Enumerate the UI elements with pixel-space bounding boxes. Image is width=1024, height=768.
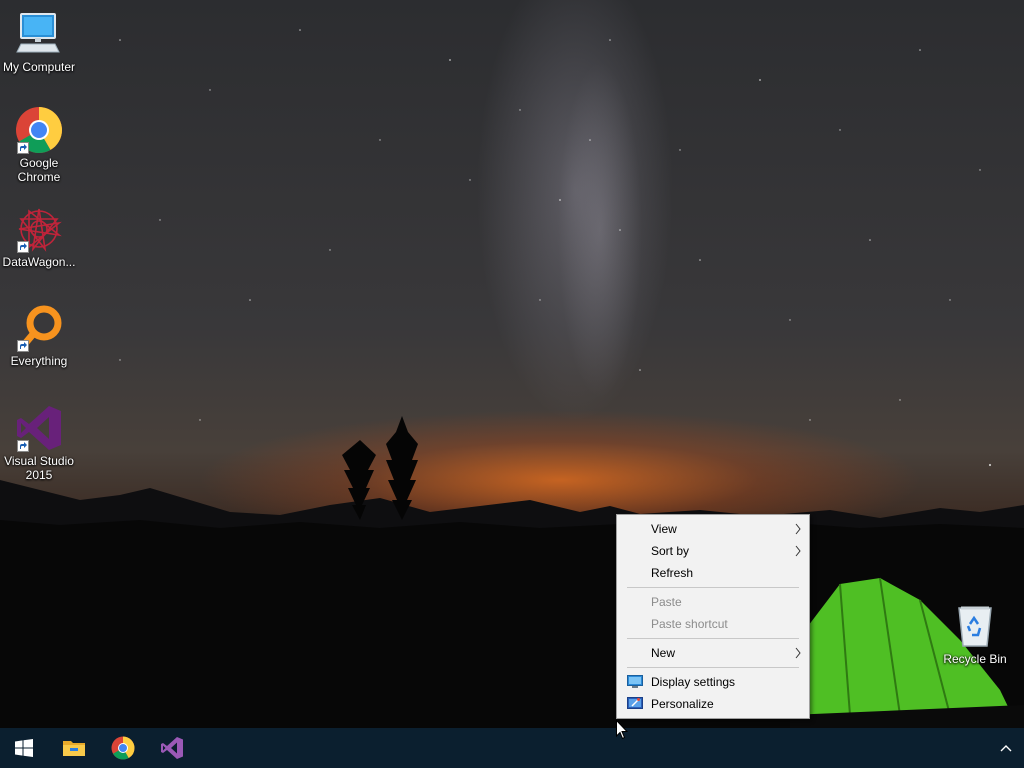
desktop-icon-label: My Computer [2, 60, 76, 74]
menu-separator [627, 638, 799, 639]
desktop-icon-recycle-bin[interactable]: Recycle Bin [936, 602, 1014, 666]
menu-item-refresh[interactable]: Refresh [617, 562, 809, 584]
menu-item-label: Personalize [651, 697, 714, 711]
menu-item-personalize[interactable]: Personalize [617, 693, 809, 715]
monitor-icon [15, 10, 63, 58]
desktop-icon-my-computer[interactable]: My Computer [0, 10, 78, 74]
desktop-icon-google-chrome[interactable]: Google Chrome [0, 106, 78, 184]
visual-studio-icon [15, 404, 63, 452]
desktop-icon-label: DataWagon... [2, 255, 76, 269]
menu-item-label: View [651, 522, 677, 536]
menu-item-paste-shortcut[interactable]: Paste shortcut [617, 613, 809, 635]
menu-item-paste[interactable]: Paste [617, 591, 809, 613]
menu-item-label: Sort by [651, 544, 690, 558]
chevron-right-icon [795, 523, 801, 535]
chevron-right-icon [795, 647, 801, 659]
taskbar-visual-studio[interactable] [148, 728, 196, 768]
visual-studio-icon [161, 737, 183, 759]
shortcut-arrow-icon [17, 142, 29, 154]
recycle-bin-icon [951, 602, 999, 650]
menu-item-new[interactable]: New [617, 642, 809, 664]
start-icon [15, 739, 33, 757]
desktop-icon-label: Google Chrome [17, 156, 61, 184]
menu-item-label: Paste [651, 595, 682, 609]
desktop-icon-datawagon[interactable]: DataWagon... [0, 205, 78, 269]
shortcut-arrow-icon [17, 241, 29, 253]
chevron-right-icon [795, 545, 801, 557]
file-explorer-icon [63, 741, 85, 756]
chrome-icon [15, 106, 63, 154]
menu-item-view[interactable]: View [617, 518, 809, 540]
menu-item-label: Refresh [651, 566, 694, 580]
taskbar-chrome[interactable] [99, 728, 147, 768]
desktop-icon-everything[interactable]: Everything [0, 304, 78, 368]
menu-item-label: Display settings [651, 675, 736, 689]
everything-icon [15, 304, 63, 352]
display-settings-icon [627, 675, 643, 688]
shortcut-arrow-icon [17, 340, 29, 352]
chrome-icon [111, 736, 135, 760]
desktop-context-menu: View Sort by Refresh Paste Paste shortcu… [616, 514, 810, 719]
wallpaper-scene [0, 29, 1024, 728]
menu-item-display-settings[interactable]: Display settings [617, 671, 809, 693]
datawagon-icon [15, 205, 63, 253]
taskbar-file-explorer[interactable] [50, 728, 98, 768]
desktop-wallpaper[interactable] [0, 0, 1024, 728]
chevron-up-icon [1000, 745, 1012, 752]
menu-separator [627, 667, 799, 668]
menu-item-label: New [651, 646, 676, 660]
menu-item-label: Paste shortcut [651, 617, 728, 631]
menu-separator [627, 587, 799, 588]
desktop-icon-visual-studio-2015[interactable]: Visual Studio 2015 [0, 404, 78, 482]
desktop-icon-label: Everything [10, 354, 68, 368]
mouse-cursor-icon [616, 720, 628, 740]
menu-item-sort-by[interactable]: Sort by [617, 540, 809, 562]
personalize-icon [627, 697, 643, 709]
tray-show-hidden-icons[interactable] [988, 728, 1024, 768]
taskbar [0, 728, 1024, 768]
desktop-icon-label: Visual Studio 2015 [4, 454, 74, 482]
shortcut-arrow-icon [17, 440, 29, 452]
desktop-icon-label: Recycle Bin [943, 652, 1007, 666]
start-button[interactable] [0, 728, 48, 768]
